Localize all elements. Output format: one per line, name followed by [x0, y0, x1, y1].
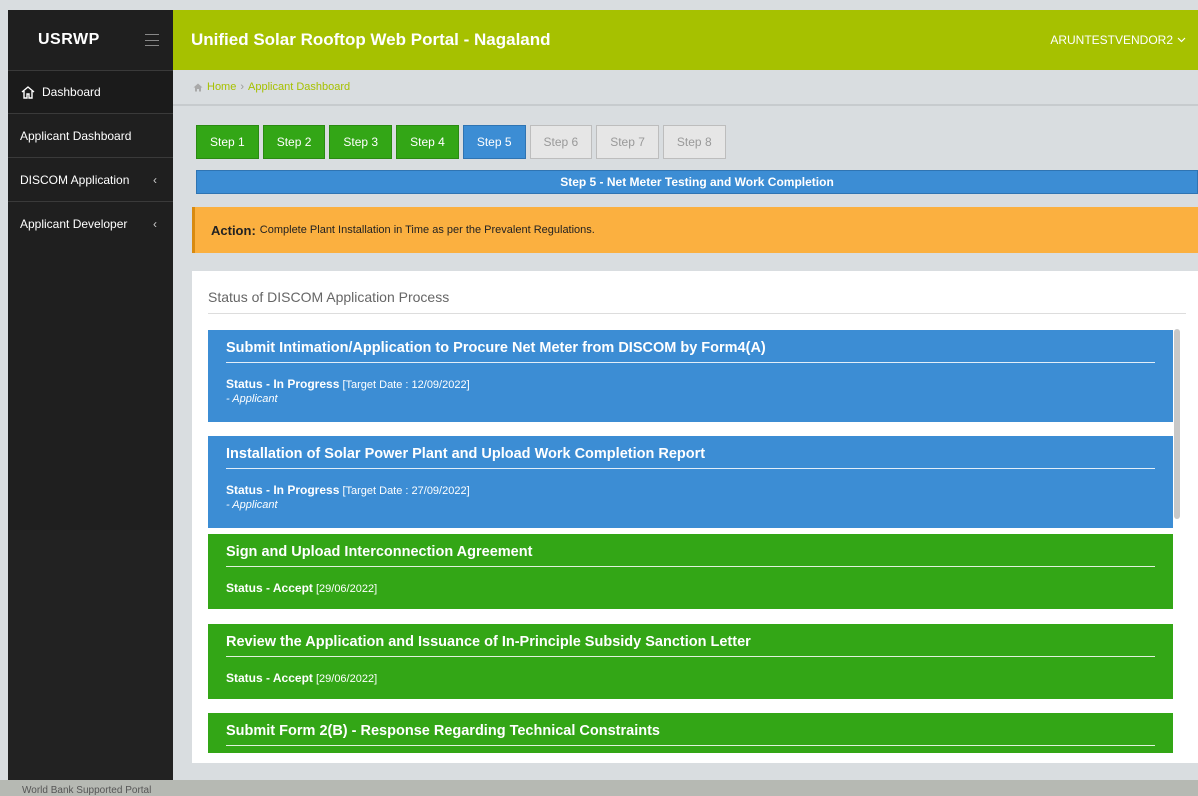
sidebar-item-dashboard[interactable]: Dashboard [8, 70, 173, 114]
status-label: Status - In Progress [226, 483, 340, 497]
action-text: Complete Plant Installation in Time as p… [259, 224, 595, 236]
footer: World Bank Supported Portal [0, 780, 1198, 796]
status-card: Installation of Solar Power Plant and Up… [208, 436, 1173, 528]
sidebar-item-label: DISCOM Application [20, 172, 130, 187]
breadcrumb-current[interactable]: Applicant Dashboard [248, 81, 350, 93]
action-label: Action: [211, 222, 256, 238]
chevron-left-icon: ‹ [153, 172, 157, 187]
sidebar-item-applicant-dashboard[interactable]: Applicant Dashboard [8, 114, 173, 158]
page-title: Unified Solar Rooftop Web Portal - Nagal… [191, 30, 551, 49]
action-alert: Action: Complete Plant Installation in T… [192, 207, 1198, 253]
sidebar-item-label: Dashboard [42, 85, 101, 99]
top-header: Unified Solar Rooftop Web Portal - Nagal… [173, 10, 1198, 70]
step-5-tab[interactable]: Step 5 [462, 125, 526, 159]
user-menu[interactable]: ARUNTESTVENDOR2 [1050, 33, 1186, 47]
home-icon [193, 83, 203, 91]
scrollbar[interactable] [1174, 329, 1180, 519]
step-6-tab[interactable]: Step 6 [529, 125, 593, 159]
status-date: [29/06/2022] [315, 583, 378, 595]
step-banner: Step 5 - Net Meter Testing and Work Comp… [196, 170, 1198, 194]
status-label: Status - Accept [226, 581, 313, 595]
step-2-tab[interactable]: Step 2 [262, 125, 326, 159]
status-card: Submit Form 2(B) - Response Regarding Te… [208, 713, 1173, 753]
step-1-tab[interactable]: Step 1 [196, 125, 259, 159]
card-status: Status - Accept [29/06/2022] [226, 581, 1155, 595]
breadcrumb-separator: › [240, 81, 245, 93]
status-card: Submit Intimation/Application to Procure… [208, 330, 1173, 422]
chevron-down-icon [1177, 37, 1186, 43]
step-7-tab[interactable]: Step 7 [596, 125, 659, 159]
status-label: Status - Accept [226, 671, 313, 685]
status-date: [Target Date : 12/09/2022] [342, 379, 470, 391]
panel-title: Status of DISCOM Application Process [208, 289, 450, 305]
card-status: Status - In Progress [Target Date : 27/0… [226, 483, 1155, 497]
step-3-tab[interactable]: Step 3 [329, 125, 393, 159]
card-status: Status - Accept [29/06/2022] [226, 671, 1155, 685]
panel-divider [208, 313, 1186, 314]
breadcrumb: Home › Applicant Dashboard [173, 70, 1198, 106]
status-panel: Status of DISCOM Application Process Sub… [192, 271, 1198, 763]
card-title: Sign and Upload Interconnection Agreemen… [226, 534, 1155, 567]
home-icon [21, 85, 35, 99]
chevron-left-icon: ‹ [153, 217, 157, 231]
card-title: Submit Intimation/Application to Procure… [226, 330, 1155, 363]
status-date: [Target Date : 27/09/2022] [342, 485, 470, 497]
sidebar-item-label: Applicant Dashboard [20, 128, 132, 143]
status-label: Status - In Progress [226, 377, 340, 391]
sidebar-filler [8, 530, 173, 780]
user-name: ARUNTESTVENDOR2 [1050, 33, 1173, 47]
menu-toggle-icon[interactable] [145, 34, 159, 46]
card-status: Status - In Progress [Target Date : 12/0… [226, 377, 1155, 391]
step-8-tab[interactable]: Step 8 [662, 125, 726, 159]
card-owner: - Applicant [226, 499, 278, 511]
status-card: Review the Application and Issuance of I… [208, 624, 1173, 699]
step-tabs: Step 1 Step 2 Step 3 Step 4 Step 5 Step … [196, 125, 726, 159]
brand-bar: USRWP [8, 10, 173, 70]
sidebar-item-label: Applicant Developer [20, 217, 128, 231]
card-title: Installation of Solar Power Plant and Up… [226, 436, 1155, 469]
sidebar-item-discom-application[interactable]: DISCOM Application ‹ [8, 158, 173, 202]
status-date: [29/06/2022] [315, 673, 378, 685]
sidebar-item-applicant-developer[interactable]: Applicant Developer ‹ [8, 202, 173, 246]
status-card: Sign and Upload Interconnection Agreemen… [208, 534, 1173, 609]
card-owner: - Applicant [226, 393, 278, 405]
step-4-tab[interactable]: Step 4 [396, 125, 459, 159]
card-title: Submit Form 2(B) - Response Regarding Te… [226, 713, 1155, 746]
brand-name: USRWP [38, 31, 100, 48]
breadcrumb-home[interactable]: Home [207, 81, 236, 93]
card-title: Review the Application and Issuance of I… [226, 624, 1155, 657]
